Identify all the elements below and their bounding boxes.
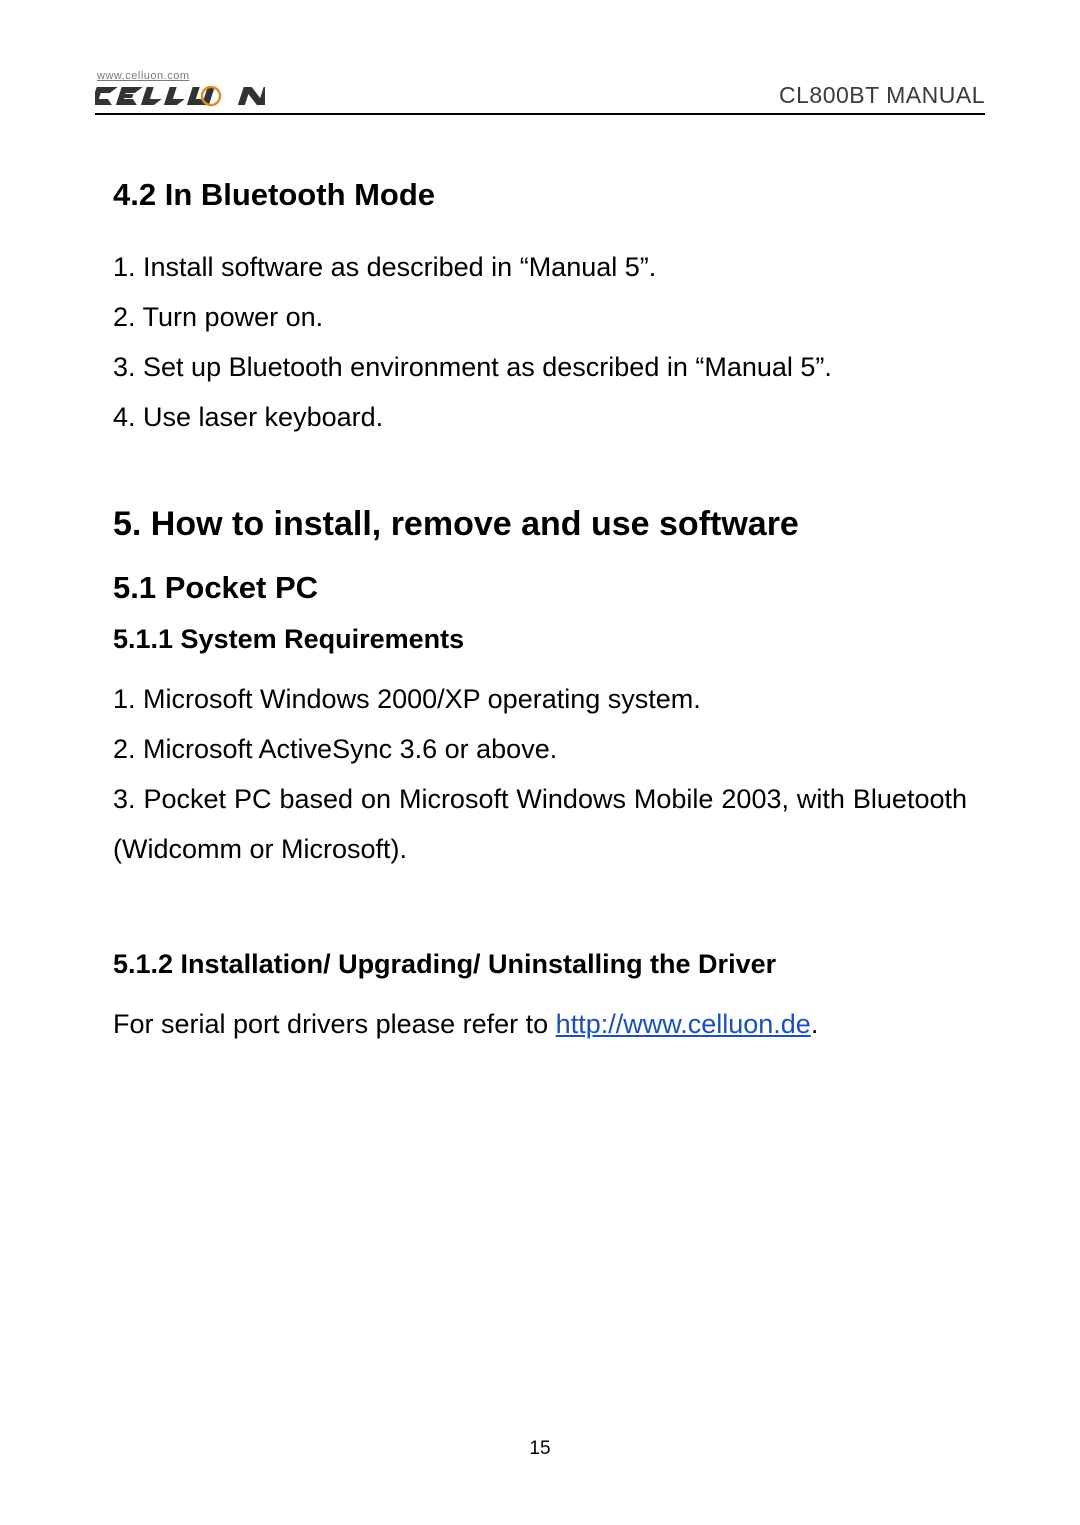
list-item: 3. Pocket PC based on Microsoft Windows …: [113, 775, 967, 875]
logo-wordmark: [95, 83, 265, 109]
list-item: 3. Set up Bluetooth environment as descr…: [113, 343, 967, 393]
page-number: 15: [0, 1438, 1080, 1460]
heading-5: 5. How to install, remove and use softwa…: [113, 505, 967, 544]
heading-5-1: 5.1 Pocket PC: [113, 570, 967, 606]
heading-5-1-2: 5.1.2 Installation/ Upgrading/ Uninstall…: [113, 949, 967, 980]
logo-url: www.celluon.com: [97, 70, 265, 82]
list-item: 2. Microsoft ActiveSync 3.6 or above.: [113, 725, 967, 775]
heading-5-1-1: 5.1.1 System Requirements: [113, 624, 967, 655]
driver-reference-line: For serial port drivers please refer to …: [113, 1000, 967, 1050]
page-content: 4.2 In Bluetooth Mode 1. Install softwar…: [95, 177, 985, 1049]
list-item: 1. Install software as described in “Man…: [113, 243, 967, 293]
list-item: 2. Turn power on.: [113, 293, 967, 343]
page-header: www.celluon.com CL800BT MA: [95, 70, 985, 115]
list-item: 1. Microsoft Windows 2000/XP operating s…: [113, 675, 967, 725]
text-before-link: For serial port drivers please refer to: [113, 1009, 556, 1039]
brand-logo: www.celluon.com: [95, 70, 265, 109]
heading-4-2: 4.2 In Bluetooth Mode: [113, 177, 967, 213]
document-page: www.celluon.com CL800BT MA: [0, 0, 1080, 1049]
celluon-link[interactable]: http://www.celluon.de: [556, 1009, 811, 1039]
text-after-link: .: [811, 1009, 819, 1039]
list-item: 4. Use laser keyboard.: [113, 393, 967, 443]
manual-title: CL800BT MANUAL: [779, 82, 985, 109]
